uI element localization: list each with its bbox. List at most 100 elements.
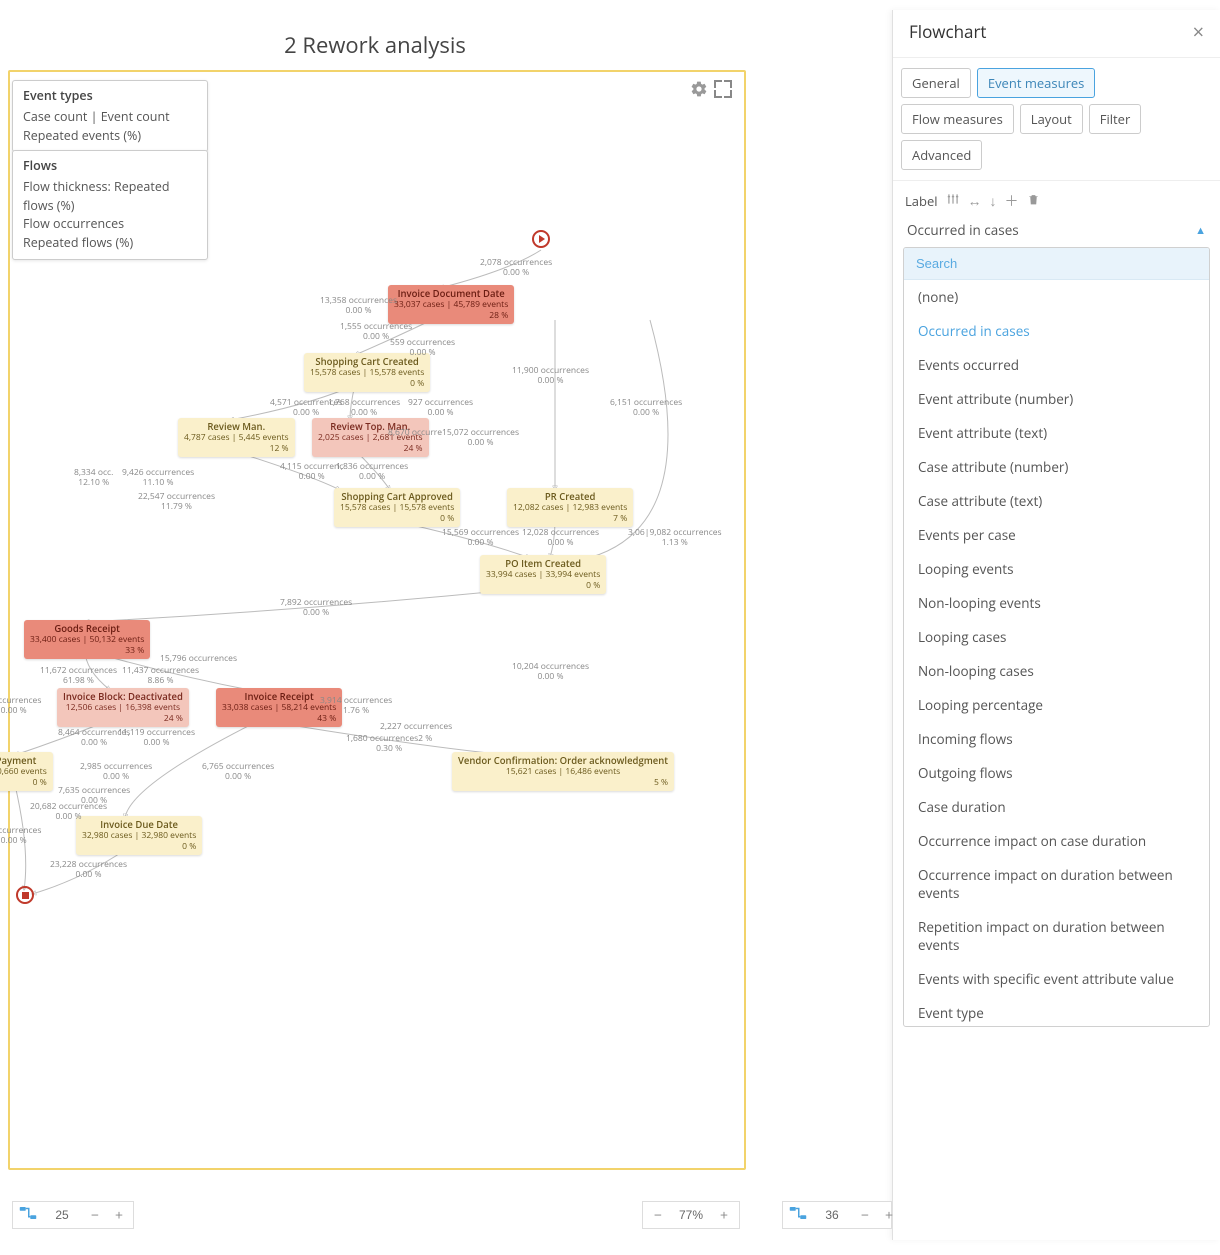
dropdown-option[interactable]: Events occurred <box>904 348 1209 382</box>
sidebar-tabs: General Event measures Flow measures Lay… <box>893 58 1220 181</box>
dropdown-option[interactable]: Case attribute (text) <box>904 484 1209 518</box>
graph-node[interactable]: ice Paymentses | 30,660 events0 % <box>0 752 53 791</box>
dropdown-option[interactable]: Non-looping cases <box>904 654 1209 688</box>
edge-label: 1,768 occurrences0.00 % <box>328 398 400 418</box>
edge-label: 9,426 occurrences11.10 % <box>122 468 194 488</box>
edge-label: 2,227 occurrences <box>380 722 452 732</box>
graph-node[interactable]: Vendor Confirmation: Order acknowledgmen… <box>452 752 674 791</box>
zoom-input[interactable] <box>674 1208 708 1222</box>
graph-node[interactable]: Invoice Due Date32,980 cases | 32,980 ev… <box>76 816 202 855</box>
dropdown-option[interactable]: Occurrence impact on case duration <box>904 824 1209 858</box>
events-count-input-2[interactable] <box>815 1208 849 1222</box>
dropdown-option[interactable]: Incoming flows <box>904 722 1209 756</box>
tab-advanced[interactable]: Advanced <box>901 140 982 170</box>
label-text: Label <box>905 192 938 210</box>
tab-general[interactable]: General <box>901 68 971 98</box>
graph-node[interactable]: Invoice Block: Deactivated12,506 cases |… <box>57 688 189 727</box>
edge-label: 4,115 occurrenc0.00 % <box>280 462 343 482</box>
legend-title: Flows <box>23 157 197 176</box>
plus-icon[interactable]: ＋ <box>1005 191 1019 211</box>
search-input[interactable] <box>904 248 1209 279</box>
sidebar-title: Flowchart <box>909 20 987 43</box>
dropdown-option[interactable]: Outgoing flows <box>904 756 1209 790</box>
minus-button[interactable]: − <box>857 1206 873 1225</box>
legend-title: Event types <box>23 87 197 106</box>
gear-icon[interactable] <box>690 80 708 104</box>
sidebar-panel: Flowchart × General Event measures Flow … <box>892 10 1220 1240</box>
edge-label: 13,358 occurrences0.00 % <box>320 296 397 316</box>
edge-label: 9 occurrences0.00 % <box>0 826 41 846</box>
page-title: 2 Rework analysis <box>0 30 750 60</box>
edge-label: 1,836 occurrences0.00 % <box>336 462 408 482</box>
dropdown-search[interactable] <box>904 248 1209 280</box>
zoom-out-button[interactable]: − <box>650 1206 666 1225</box>
edge-label: 5 occurrences0.00 % <box>0 696 41 716</box>
edge-label: 10,204 occurrences0.00 % <box>512 662 589 682</box>
edge-label: 1,680 occurrences2 %0.30 % <box>346 734 432 754</box>
edge-label: 11,437 occurrences8.86 % <box>122 666 199 686</box>
edge-label: 3,914 occurrences1.76 % <box>320 696 392 716</box>
edge-label: 12,028 occurrences0.00 % <box>522 528 599 548</box>
dropdown-option[interactable]: Case duration <box>904 790 1209 824</box>
graph-node[interactable]: PR Created12,082 cases | 12,983 events7 … <box>507 488 633 527</box>
canvas-tools <box>690 80 732 104</box>
edge-label: 11,672 occurrences61.98 % <box>40 666 117 686</box>
edge-label: 2,985 occurrences0.00 % <box>80 762 152 782</box>
edge-label: 8,334 occ.12.10 % <box>74 468 113 488</box>
dropdown-option[interactable]: Looping percentage <box>904 688 1209 722</box>
edge-label: 15,796 occurrences <box>160 654 237 664</box>
dropdown-option[interactable]: Occurred in cases <box>904 314 1209 348</box>
edge-label: 11,119 occurrences0.00 % <box>118 728 195 748</box>
dropdown-option[interactable]: Repetition impact on duration between ev… <box>904 910 1209 962</box>
edge-label: 559 occurrences0.00 % <box>390 338 455 358</box>
dropdown-option[interactable]: Occurrence impact on duration between ev… <box>904 858 1209 910</box>
graph-node[interactable]: Shopping Cart Approved15,578 cases | 15,… <box>334 488 460 527</box>
tab-filter[interactable]: Filter <box>1089 104 1142 134</box>
dropdown-option[interactable]: Looping events <box>904 552 1209 586</box>
edge-label: 23,228 occurrences0.00 % <box>50 860 127 880</box>
footer-zoom: − + <box>642 1201 740 1229</box>
dropdown-option[interactable]: Case attribute (number) <box>904 450 1209 484</box>
trash-icon[interactable] <box>1027 192 1040 211</box>
flowchart-graph[interactable]: Invoice Document Date33,037 cases | 45,7… <box>10 210 740 950</box>
edge-label: 7,892 occurrences0.00 % <box>280 598 352 618</box>
expand-icon[interactable]: ↔ <box>968 192 982 211</box>
dropdown-option[interactable]: Event attribute (text) <box>904 416 1209 450</box>
download-icon[interactable]: ↓ <box>990 192 997 211</box>
flow-icon <box>789 1205 807 1225</box>
graph-node[interactable]: Shopping Cart Created15,578 cases | 15,5… <box>304 353 430 392</box>
footer-events-slider: − + <box>12 1201 134 1229</box>
edge-label: 11,900 occurrences0.00 % <box>512 366 589 386</box>
dropdown-option[interactable]: Non-looping events <box>904 586 1209 620</box>
plus-button[interactable]: + <box>881 1206 897 1225</box>
plus-button[interactable]: + <box>111 1206 127 1225</box>
tab-flow-measures[interactable]: Flow measures <box>901 104 1014 134</box>
graph-node[interactable]: Goods Receipt33,400 cases | 50,132 event… <box>24 620 150 659</box>
legend-event-types: Event types Case count | Event count Rep… <box>12 80 208 152</box>
graph-node[interactable]: Review Man.4,787 cases | 5,445 events12 … <box>178 418 295 457</box>
label-select-header[interactable]: Occurred in cases ▲ <box>903 217 1210 247</box>
events-count-input[interactable] <box>45 1208 79 1222</box>
tab-layout[interactable]: Layout <box>1020 104 1083 134</box>
edge-label: 20,682 occurrences0.00 % <box>30 802 107 822</box>
edge-label: 6,151 occurrences0.00 % <box>610 398 682 418</box>
columns-icon[interactable] <box>946 192 960 211</box>
graph-node[interactable]: Invoice Document Date33,037 cases | 45,7… <box>388 285 514 324</box>
dropdown-option[interactable]: (none) <box>904 280 1209 314</box>
edge-label: 15,072 occurrences0.00 % <box>442 428 519 448</box>
dropdown-option[interactable]: Event attribute (number) <box>904 382 1209 416</box>
zoom-in-button[interactable]: + <box>716 1206 732 1225</box>
dropdown-option[interactable]: Events with specific event attribute val… <box>904 962 1209 996</box>
close-icon[interactable]: × <box>1193 22 1204 42</box>
graph-node[interactable]: PO Item Created33,994 cases | 33,994 eve… <box>480 555 606 594</box>
footer-events-slider-2: − + <box>782 1201 892 1229</box>
minus-button[interactable]: − <box>87 1206 103 1225</box>
tab-event-measures[interactable]: Event measures <box>977 68 1096 98</box>
fullscreen-icon[interactable] <box>714 80 732 98</box>
dropdown-option[interactable]: Looping cases <box>904 620 1209 654</box>
dropdown-option[interactable]: Events per case <box>904 518 1209 552</box>
edge-label: 3,06|9,082 occurrences1.13 % <box>628 528 722 548</box>
label-dropdown: (none)Occurred in casesEvents occurredEv… <box>903 247 1210 1027</box>
dropdown-option[interactable]: Event type <box>904 996 1209 1027</box>
edge-label: 6,765 occurrences0.00 % <box>202 762 274 782</box>
